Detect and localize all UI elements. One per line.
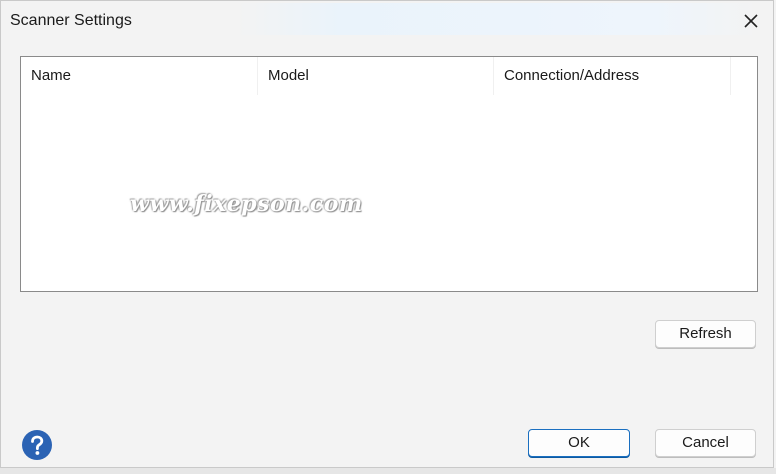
close-button[interactable] <box>739 9 763 33</box>
scanner-settings-dialog: Scanner Settings Name Model Connection/A… <box>0 0 774 468</box>
help-icon <box>22 430 52 460</box>
column-header-empty <box>731 57 757 95</box>
scanner-list[interactable]: Name Model Connection/Address <box>20 56 758 292</box>
ok-button[interactable]: OK <box>528 429 630 457</box>
watermark-text: www.fixepson.com <box>130 191 363 217</box>
help-button[interactable] <box>21 429 53 461</box>
bottom-edge <box>0 468 776 474</box>
column-header-model[interactable]: Model <box>258 57 494 95</box>
title-bar-highlight <box>237 3 757 35</box>
column-header-connection-address[interactable]: Connection/Address <box>494 57 731 95</box>
column-header-name[interactable]: Name <box>21 57 258 95</box>
cancel-button[interactable]: Cancel <box>655 429 756 457</box>
dialog-title: Scanner Settings <box>10 12 132 29</box>
close-icon <box>744 14 758 28</box>
title-bar: Scanner Settings <box>1 1 773 41</box>
refresh-button[interactable]: Refresh <box>655 320 756 348</box>
list-header: Name Model Connection/Address <box>21 57 757 95</box>
